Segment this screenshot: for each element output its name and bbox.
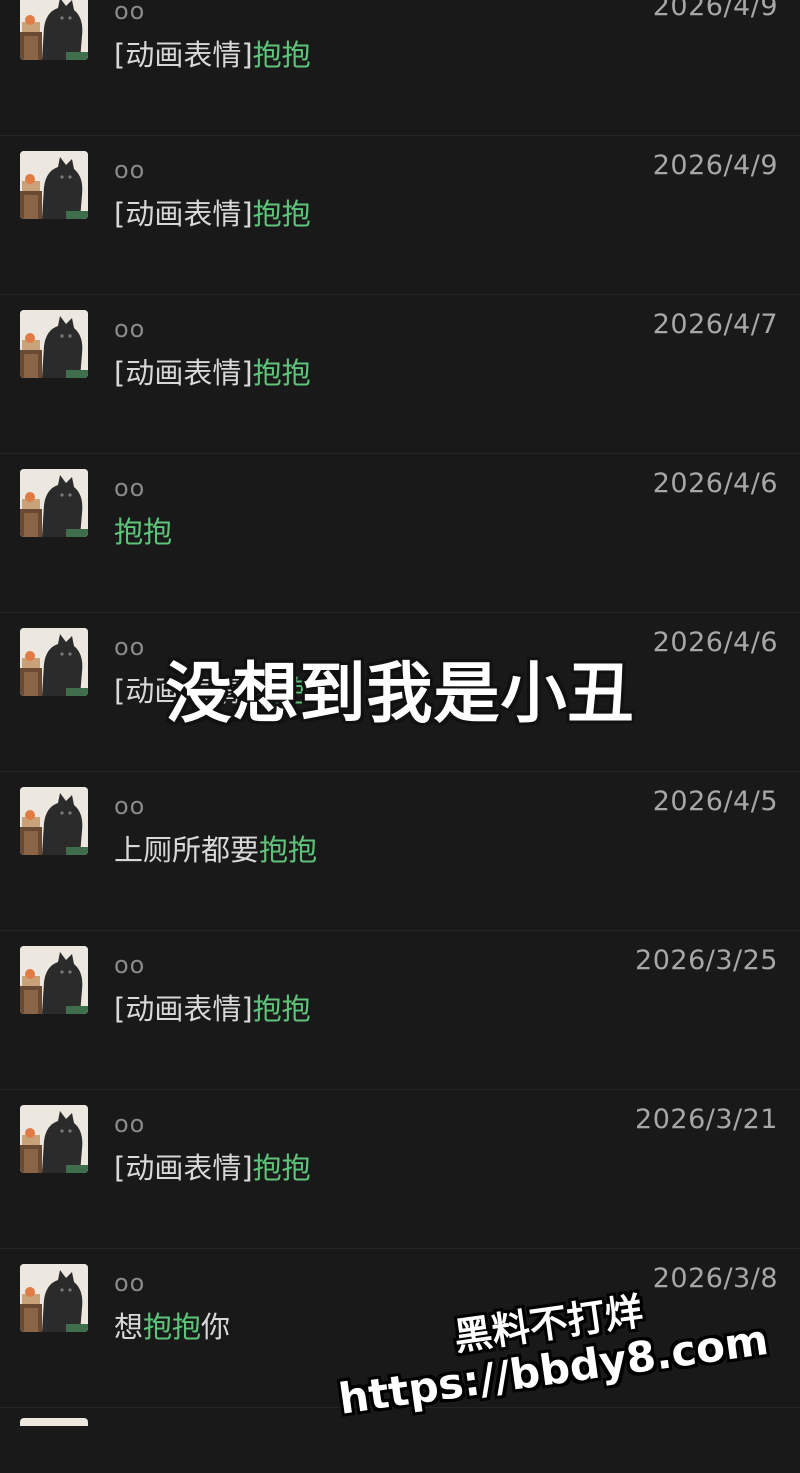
message-preview: 上厕所都要抱抱 [114,827,317,869]
message-text: [动画表情] [114,356,253,390]
highlighted-keyword: 抱抱 [114,515,173,549]
message-date: 2026/4/7 [652,309,778,340]
next-row-avatar-partial [20,1418,88,1426]
sender-name: oo [114,792,146,820]
sender-name: oo [114,951,146,979]
cat-avatar-icon[interactable] [20,1105,88,1173]
cat-avatar-icon[interactable] [20,787,88,855]
message-preview: [动画表情]抱抱 [114,191,311,233]
message-preview: [动画表情]抱抱 [114,350,311,392]
list-item[interactable]: oo 2026/4/6 抱抱 [0,454,800,613]
list-item[interactable]: oo 2026/4/9 [动画表情]抱抱 [0,136,800,295]
list-item[interactable]: oo 2026/4/9 [动画表情]抱抱 [0,0,800,136]
message-preview: 抱抱 [114,509,172,551]
list-item[interactable]: oo 2026/4/7 [动画表情]抱抱 [0,295,800,454]
message-text: [动画表情] [114,992,253,1026]
message-text: [动画表情] [114,38,253,72]
sender-name: oo [114,1269,146,1297]
highlighted-keyword: 抱抱 [259,833,318,867]
highlighted-keyword: 抱抱 [143,1310,202,1344]
cat-avatar-icon[interactable] [20,0,88,60]
cat-avatar-icon[interactable] [20,151,88,219]
highlighted-keyword: 抱抱 [252,197,311,231]
message-text: 上厕所都要 [114,833,260,867]
cat-avatar-icon[interactable] [20,1264,88,1332]
list-item[interactable]: oo 2026/4/5 上厕所都要抱抱 [0,772,800,931]
message-date: 2026/4/9 [652,0,778,22]
cat-avatar-icon[interactable] [20,469,88,537]
message-preview: [动画表情]抱抱 [114,986,311,1028]
message-date: 2026/3/25 [635,945,778,976]
sender-name: oo [114,0,146,25]
overlay-caption: 没想到我是小丑 [165,655,635,732]
message-preview: 想抱抱你 [114,1304,230,1346]
sender-name: oo [114,156,146,184]
highlighted-keyword: 抱抱 [252,356,311,390]
message-text: [动画表情] [114,1151,253,1185]
message-text: 你 [201,1310,231,1344]
sender-name: oo [114,1110,146,1138]
highlighted-keyword: 抱抱 [252,1151,311,1185]
highlighted-keyword: 抱抱 [252,992,311,1026]
message-date: 2026/4/5 [652,786,778,817]
list-item[interactable]: oo 2026/3/25 [动画表情]抱抱 [0,931,800,1090]
message-date: 2026/4/6 [652,468,778,499]
message-preview: [动画表情]抱抱 [114,1145,311,1187]
message-date: 2026/3/21 [635,1104,778,1135]
message-preview: [动画表情]抱抱 [114,32,311,74]
sender-name: oo [114,474,146,502]
cat-avatar-icon[interactable] [20,946,88,1014]
highlighted-keyword: 抱抱 [252,38,311,72]
message-text: 想 [114,1310,144,1344]
sender-name: oo [114,315,146,343]
message-date: 2026/4/9 [652,150,778,181]
message-text: [动画表情] [114,197,253,231]
list-item[interactable]: oo 2026/3/21 [动画表情]抱抱 [0,1090,800,1249]
cat-avatar-icon[interactable] [20,310,88,378]
